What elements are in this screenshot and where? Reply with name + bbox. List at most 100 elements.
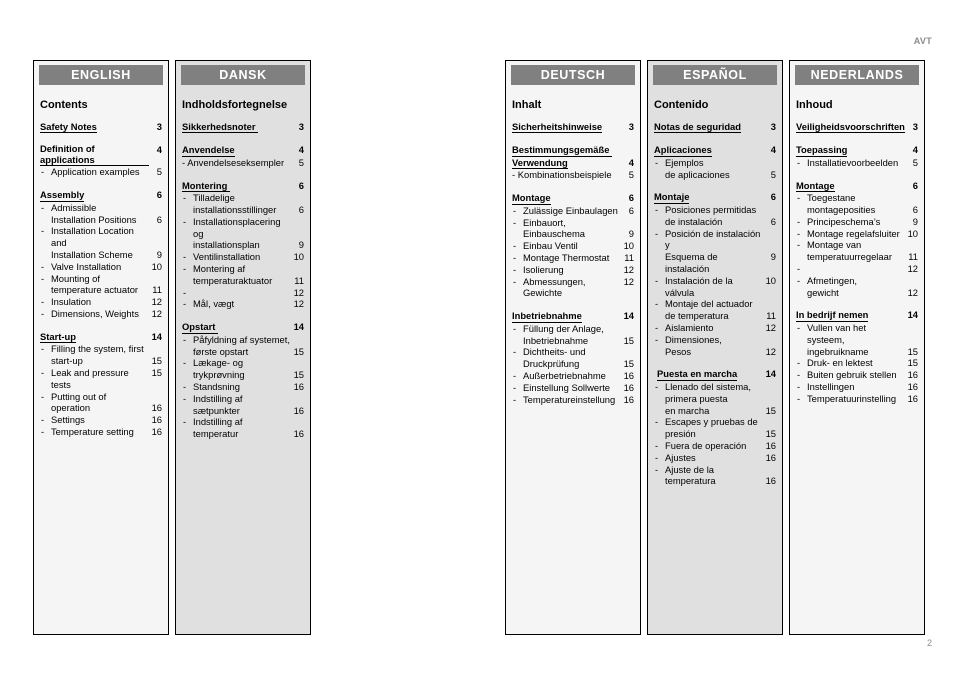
toc-entry-label: Sikkerhedsnoter	[182, 121, 291, 134]
toc-sub-entry: Montering af	[182, 263, 304, 275]
toc-entry-label: Veiligheidsvoorschriften	[796, 121, 905, 134]
toc-row: Escapes y pruebas de	[654, 416, 776, 428]
toc-page-number: 9	[912, 215, 918, 227]
toc-row: Ventilinstallation10	[182, 251, 304, 263]
toc-row: Ajustes16	[654, 452, 776, 464]
toc-entry-label: Druk- en lektest	[796, 357, 905, 369]
toc-page-number: 12	[765, 321, 776, 333]
toc-row: de instalación 6	[654, 216, 776, 228]
toc-row: temperature actuator 11	[40, 284, 162, 296]
toc-section-heading: Definition of applications 4	[40, 143, 162, 167]
toc-row: Anvendelse 4	[182, 144, 304, 157]
toc-row: Montering 6	[182, 180, 304, 193]
toc-page-number: 9	[628, 228, 634, 240]
toc-row: Puesta en marcha 14	[654, 368, 776, 381]
toc-row: Leak and pressure tests15	[40, 367, 162, 391]
toc-entry-label: Isolierung	[512, 264, 621, 276]
toc-sub-entry: Einbau Ventil10	[512, 240, 634, 252]
toc-heading-underline: Anvendelse	[182, 144, 235, 157]
toc-row: Montaje del actuador	[654, 298, 776, 310]
toc-heading-underline: Montaje	[654, 191, 690, 205]
toc-title-deutsch: Inhalt	[512, 99, 542, 111]
language-column-deutsch: DEUTSCH Inhalt Sicherheitshinweise 3 Besti…	[505, 60, 641, 635]
toc-row: Füllung der Anlage,	[512, 323, 634, 335]
toc-page-number: 12	[623, 275, 634, 287]
toc-sub-entry: Fuera de operación16	[654, 440, 776, 452]
toc-row: Lækage- og	[182, 357, 304, 369]
toc-entry-label: Definition of applications	[40, 143, 149, 167]
toc-page-number: 15	[765, 428, 776, 440]
toc-entry-label: Einbau Ventil	[512, 240, 621, 252]
toc-row: Installationsplacering og	[182, 216, 304, 240]
toc-title-dansk: Indholdsfortegnelse	[182, 99, 288, 111]
toc-row: Instalación de la válvula10	[654, 275, 776, 299]
toc-entry-label: Valve Installation	[40, 261, 149, 273]
toc-row: 12	[796, 263, 918, 275]
toc-page-number: 9	[156, 249, 162, 260]
toc-row: Montage regelafsluiter10	[796, 228, 918, 240]
toc-section-heading: Sicherheitshinweise 3	[512, 121, 634, 134]
toc-section-heading: Veiligheidsvoorschriften 3	[796, 121, 918, 134]
toc-row: Posición de instalación y	[654, 228, 776, 252]
toc-page-number: 15	[623, 358, 634, 370]
toc-sub-entry: Admissible	[40, 202, 162, 214]
toc-entry-label: Montage	[796, 180, 905, 193]
toc-section-heading: Inbetriebnahme 14	[512, 310, 634, 323]
toc-page-number: 16	[765, 475, 776, 487]
toc-section-heading-continuation: Verwendung 4	[512, 157, 634, 170]
toc-section-heading: Notas de seguridad 3	[654, 121, 776, 134]
toc-page-number: 11	[152, 284, 162, 296]
toc-row: Admissible	[40, 202, 162, 214]
toc-heading-underline: Veiligheidsvoorschriften	[796, 120, 905, 134]
toc-entry-label: Vullen van het systeem,	[796, 322, 905, 346]
toc-page-number: 6	[298, 179, 304, 191]
toc-sub-entry: Påfyldning af systemet,	[182, 334, 304, 346]
toc-entry-continuation: primera puesta	[654, 393, 776, 405]
toc-entry-label: Lækage- og	[182, 357, 291, 369]
toc-entry-label: Insulation	[40, 296, 149, 308]
toc-entry-label: Afmetingen,	[796, 275, 905, 287]
toc-entry-continuation: Installation Positions 6	[40, 214, 162, 226]
toc-entry-label: presión	[665, 428, 696, 440]
toc-entry-label: Påfyldning af systemet,	[182, 334, 291, 346]
toc-entry-label: de aplicaciones	[665, 168, 730, 180]
toc-sub-entry: Füllung der Anlage,	[512, 323, 634, 335]
toc-row: Druckprüfung 15	[512, 358, 634, 370]
toc-entry-label: Mounting of	[40, 273, 149, 285]
toc-entry-label: Abmessungen, Gewichte	[512, 276, 621, 300]
toc-entry-label: Montaje	[654, 191, 763, 205]
toc-page-number: 10	[765, 274, 776, 286]
toc-entry-label: Opstart	[182, 321, 291, 334]
toc-entry-label: Druckprüfung	[523, 358, 580, 370]
toc-entry-continuation: en marcha 15	[654, 405, 776, 417]
toc-section-heading: Montering 6	[182, 180, 304, 193]
toc-sub-entry: Einbauort,	[512, 217, 634, 229]
toc-section-heading: Toepassing 4	[796, 144, 918, 157]
toc-entry-label: Posiciones permitidas	[654, 204, 763, 216]
toc-sub-entry: Aislamiento12	[654, 322, 776, 334]
toc-page-number: 16	[293, 404, 304, 416]
toc-list-deutsch: Sicherheitshinweise 3 Bestimmungsgemäße Ve…	[512, 121, 634, 406]
toc-row: Dimensions, Weights12	[40, 308, 162, 320]
toc-entry-label: Principeschema’s	[796, 216, 905, 228]
toc-entry-label: Esquema de instalación	[665, 251, 721, 274]
toc-row: In bedrijf nemen 14	[796, 309, 918, 322]
toc-sub-entry: Mål, vægt12	[182, 298, 304, 310]
toc-entry-continuation: de temperatura 11	[654, 310, 776, 322]
toc-sub-entry: Abmessungen, Gewichte12	[512, 276, 634, 300]
toc-row: Einbau Ventil10	[512, 240, 634, 252]
toc-entry-label: Montage	[512, 192, 621, 205]
toc-row: temperatuurregelaar 11	[796, 251, 918, 263]
toc-page-number: 15	[151, 366, 162, 378]
toc-page-number: 16	[293, 380, 304, 392]
toc-entry-label: Inbetriebnahme	[523, 334, 589, 346]
toc-entry-label: Tilladelige	[182, 192, 291, 204]
toc-row: Installation Location and	[40, 225, 162, 249]
toc-entry-label: primera puesta	[665, 392, 728, 404]
toc-entry-label: Buiten gebruik stellen	[796, 369, 905, 381]
toc-sub-entry: Llenado del sistema,	[654, 381, 776, 393]
toc-row: Start-up 14	[40, 331, 162, 344]
toc-sub-entry: Posiciones permitidas	[654, 204, 776, 216]
toc-sub-entry: Ajuste de la	[654, 464, 776, 476]
toc-sub-entry: Temperatureinstellung16	[512, 394, 634, 406]
